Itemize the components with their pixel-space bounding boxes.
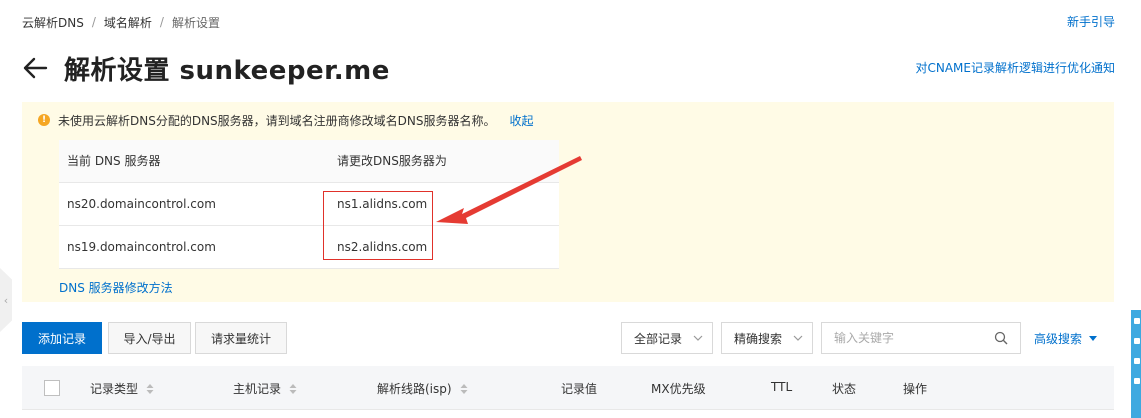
floating-help-widget[interactable]: [1131, 310, 1141, 418]
current-dns-cell: ns19.domaincontrol.com: [59, 225, 329, 269]
keyword-search-input[interactable]: [822, 323, 982, 353]
column-label: 主机记录: [233, 382, 282, 396]
beginner-guide-link[interactable]: 新手引导: [1067, 13, 1115, 30]
breadcrumb-separator: /: [159, 15, 164, 29]
widget-icon: [1134, 358, 1140, 364]
widget-icon: [1134, 318, 1140, 324]
sort-icon: [146, 383, 154, 394]
title-row: 解析设置 sunkeeper.me: [22, 48, 390, 88]
column-label: 记录值: [561, 382, 598, 396]
widget-icon: [1134, 338, 1140, 344]
column-status: 状态: [832, 380, 856, 397]
column-label: 解析线路(isp): [377, 382, 452, 396]
back-arrow-icon[interactable]: [22, 54, 50, 82]
search-icon[interactable]: [994, 331, 1008, 345]
search-mode-select[interactable]: 精确搜索: [721, 322, 813, 354]
chevron-down-icon: [693, 335, 703, 341]
keyword-search-box: [821, 322, 1021, 354]
column-mx-priority: MX优先级: [651, 380, 706, 397]
column-label: MX优先级: [651, 382, 706, 396]
column-label: 操作: [903, 382, 928, 396]
select-all-checkbox[interactable]: [44, 380, 60, 396]
record-filter-select[interactable]: 全部记录: [621, 322, 713, 354]
warning-message: 未使用云解析DNS分配的DNS服务器，请到域名注册商修改域名DNS服务器名称。: [58, 113, 496, 128]
dns-howto-link[interactable]: DNS 服务器修改方法: [59, 279, 173, 296]
request-stats-button[interactable]: 请求量统计: [195, 322, 287, 354]
column-ttl: TTL: [771, 380, 792, 394]
column-label: 记录类型: [90, 382, 139, 396]
caret-down-icon: [1089, 336, 1098, 341]
warning-line: ! 未使用云解析DNS分配的DNS服务器，请到域名注册商修改域名DNS服务器名称…: [38, 112, 534, 128]
collapse-link[interactable]: 收起: [510, 112, 534, 129]
page-title: 解析设置 sunkeeper.me: [64, 55, 390, 86]
sort-icon: [460, 383, 468, 394]
import-export-button[interactable]: 导入/导出: [108, 322, 191, 354]
widget-icon: [1134, 378, 1140, 384]
current-dns-header: 当前 DNS 服务器: [59, 140, 329, 183]
cname-notice-link[interactable]: 对CNAME记录解析逻辑进行优化通知: [915, 59, 1115, 76]
advanced-search-label: 高级搜索: [1034, 332, 1083, 346]
column-label: TTL: [771, 380, 793, 394]
breadcrumb: 云解析DNS / 域名解析 / 解析设置: [22, 13, 220, 31]
column-host-record[interactable]: 主机记录: [233, 380, 297, 397]
breadcrumb-separator: /: [91, 15, 96, 29]
sidebar-toggle-handle[interactable]: ‹: [0, 268, 12, 332]
advanced-search-link[interactable]: 高级搜索: [1034, 330, 1098, 347]
record-filter-value: 全部记录: [634, 331, 683, 346]
sort-icon: [289, 383, 297, 394]
column-record-value: 记录值: [561, 380, 597, 397]
records-toolbar: 添加记录 导入/导出 请求量统计 全部记录 精确搜索 高级搜索: [22, 322, 1114, 354]
warning-icon: !: [38, 114, 50, 126]
breadcrumb-item-dns[interactable]: 云解析DNS: [22, 14, 84, 31]
search-mode-value: 精确搜索: [734, 331, 783, 346]
dns-warning-panel: ! 未使用云解析DNS分配的DNS服务器，请到域名注册商修改域名DNS服务器名称…: [22, 102, 1114, 302]
column-resolution-line[interactable]: 解析线路(isp): [377, 380, 468, 397]
annotation-arrow-icon: [436, 156, 582, 224]
records-table-header: 记录类型 主机记录 解析线路(isp) 记录值 MX优先级 TTL 状态 操作: [22, 366, 1114, 410]
add-record-button[interactable]: 添加记录: [22, 322, 102, 354]
chevron-left-icon: ‹: [3, 293, 9, 307]
breadcrumb-item-current: 解析设置: [171, 15, 220, 30]
column-actions: 操作: [903, 380, 927, 397]
chevron-down-icon: [793, 335, 803, 341]
current-dns-cell: ns20.domaincontrol.com: [59, 182, 329, 226]
column-label: 状态: [832, 382, 857, 396]
column-record-type[interactable]: 记录类型: [90, 380, 154, 397]
breadcrumb-item-domain[interactable]: 域名解析: [104, 14, 152, 31]
